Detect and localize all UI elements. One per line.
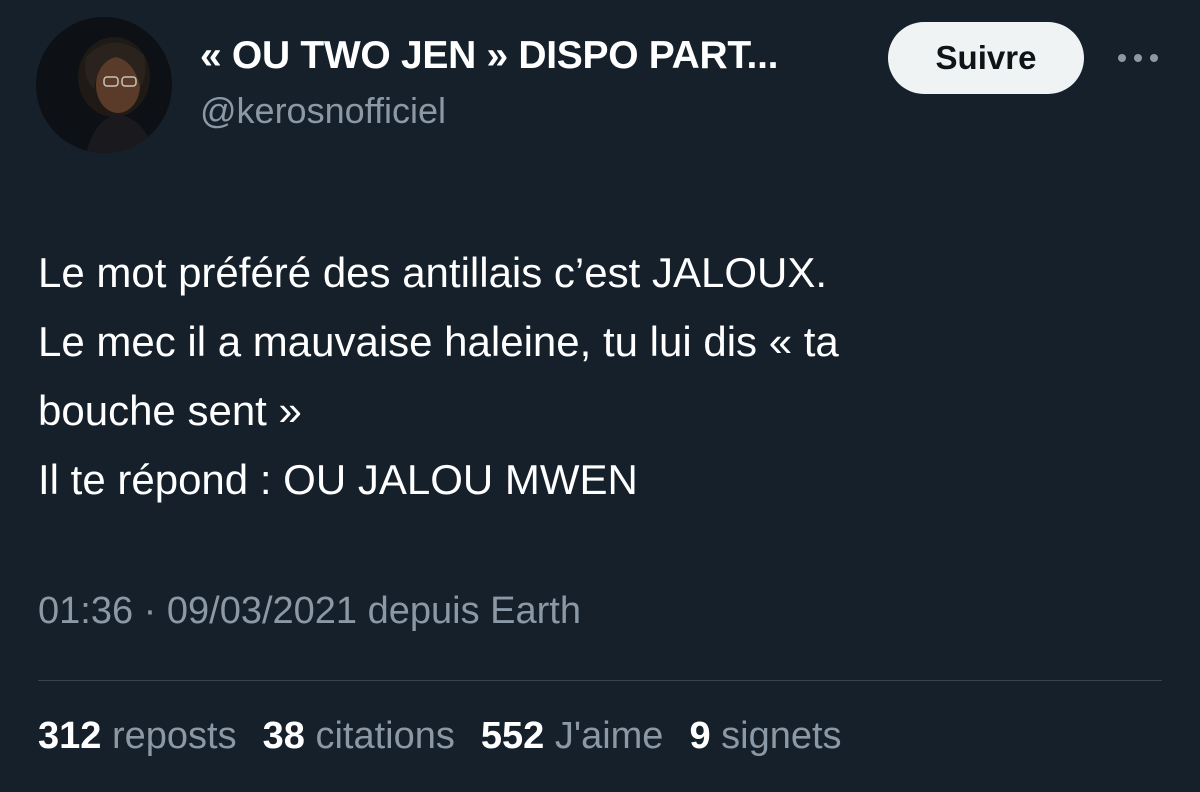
tweet-line: Le mec il a mauvaise haleine, tu lui dis… <box>38 318 839 365</box>
follow-button[interactable]: Suivre <box>888 22 1084 94</box>
reposts-label: reposts <box>111 715 237 757</box>
more-options-button[interactable] <box>1112 44 1164 72</box>
quotes-count: 38 <box>262 715 305 757</box>
meta-separator: · <box>143 590 157 632</box>
tweet-date[interactable]: 09/03/2021 <box>167 590 357 632</box>
tweet-metadata: 01:36 · 09/03/2021 depuis Earth <box>38 590 581 633</box>
display-name[interactable]: « OU TWO JEN » DISPO PART... <box>200 34 778 78</box>
likes-stat[interactable]: 552 J'aime <box>481 715 664 758</box>
quotes-label: citations <box>315 715 455 757</box>
tweet-line: bouche sent » <box>38 387 302 434</box>
quotes-stat[interactable]: 38 citations <box>263 715 455 758</box>
tweet-source: depuis Earth <box>367 590 581 632</box>
tweet-time[interactable]: 01:36 <box>38 590 133 632</box>
bookmarks-label: signets <box>721 715 842 757</box>
user-handle[interactable]: @kerosnofficiel <box>200 90 446 132</box>
tweet-line: Le mot préféré des antillais c’est JALOU… <box>38 249 828 296</box>
bookmarks-count: 9 <box>689 715 711 757</box>
tweet-line: Il te répond : OU JALOU MWEN <box>38 456 638 503</box>
bookmarks-stat[interactable]: 9 signets <box>689 715 841 758</box>
divider <box>38 680 1162 681</box>
avatar[interactable] <box>36 17 172 153</box>
likes-label: J'aime <box>554 715 664 757</box>
reposts-count: 312 <box>38 715 102 757</box>
likes-count: 552 <box>480 715 545 757</box>
engagement-stats: 312 reposts 38 citations 552 J'aime 9 si… <box>38 715 842 758</box>
reposts-stat[interactable]: 312 reposts <box>38 715 237 758</box>
tweet-text: Le mot préféré des antillais c’est JALOU… <box>38 238 1148 514</box>
profile-photo <box>36 17 172 153</box>
more-horizontal-icon <box>1118 54 1158 62</box>
